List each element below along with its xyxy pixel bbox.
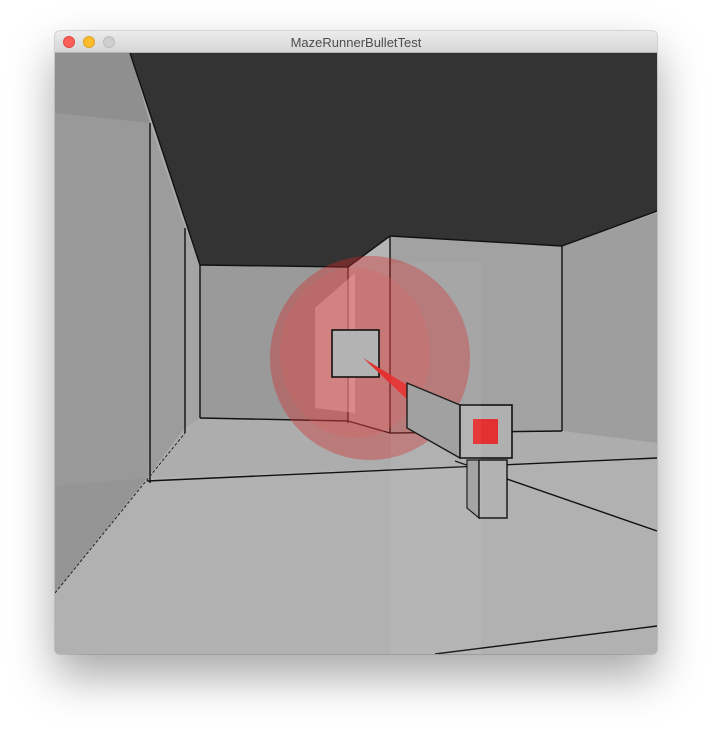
floor-near	[55, 458, 657, 654]
scene-canvas[interactable]	[55, 53, 657, 654]
app-window: MazeRunnerBulletTest	[55, 31, 657, 654]
target-cube[interactable]	[331, 329, 380, 378]
title-bar[interactable]: MazeRunnerBulletTest	[55, 31, 657, 53]
game-viewport[interactable]	[55, 53, 657, 654]
right-wall	[562, 213, 657, 443]
ceiling	[130, 53, 657, 267]
window-title: MazeRunnerBulletTest	[290, 35, 422, 50]
left-wall-face	[55, 113, 150, 485]
glass-panel	[391, 263, 481, 654]
